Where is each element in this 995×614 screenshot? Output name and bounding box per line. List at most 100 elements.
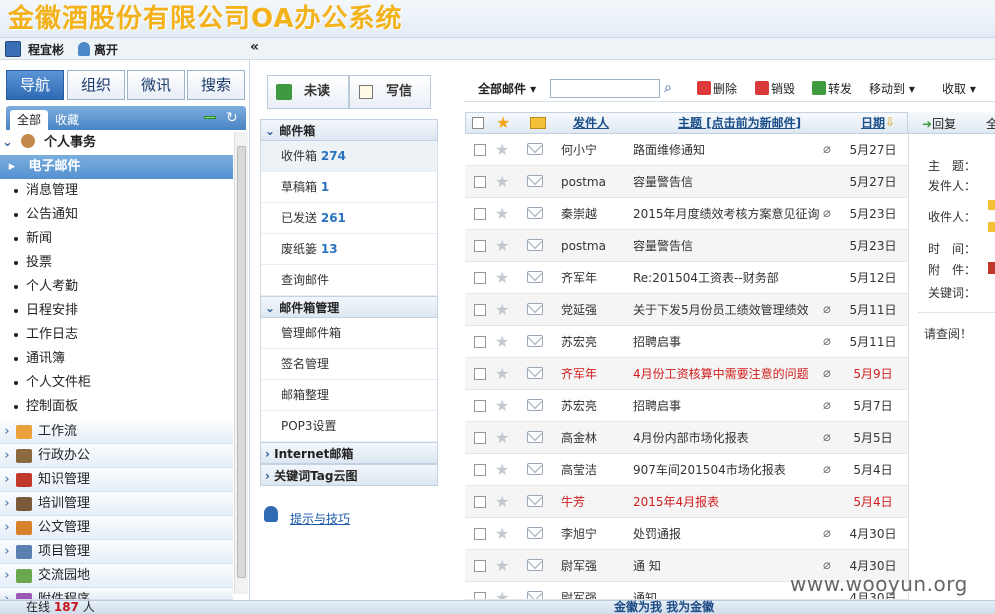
email-subject[interactable]: 处罚通报 [633, 518, 823, 550]
tree-item-vote[interactable]: 投票 [14, 251, 232, 275]
tree-item-attendance[interactable]: 个人考勤 [14, 275, 232, 299]
email-checkbox[interactable] [474, 368, 486, 380]
tree-item-email-selected[interactable]: ▸ 电子邮件 [0, 155, 233, 179]
email-row[interactable]: ★ 高莹洁 907车间201504市场化报表 ⌀ 5月4日 [465, 454, 908, 486]
mailbox-mgmt-pop3[interactable]: POP3设置 [260, 411, 438, 442]
email-row[interactable]: ★ 党延强 关于下发5月份员工绩效管理绩效 ⌀ 5月11日 [465, 294, 908, 326]
star-icon[interactable]: ★ [495, 236, 509, 255]
search-icon[interactable]: ⌕ [664, 80, 672, 96]
refresh-icon[interactable]: ↻ [226, 110, 238, 126]
mailbox-inbox[interactable]: 收件箱 274 [260, 141, 438, 172]
select-all-checkbox[interactable] [472, 117, 484, 129]
tree-item-worklog[interactable]: 工作日志 [14, 323, 232, 347]
star-icon[interactable]: ★ [495, 140, 509, 159]
email-row[interactable]: ★ 秦崇越 2015年月度绩效考核方案意见征询 ⌀ 5月23日 [465, 198, 908, 230]
tag-cloud-section-header[interactable]: › 关键词Tag云图 [260, 464, 438, 486]
mailbox-sent[interactable]: 已发送 261 [260, 203, 438, 234]
move-to-dropdown[interactable]: 移动到 ▾ [869, 80, 915, 98]
internet-mail-section-header[interactable]: › Internet邮箱 [260, 442, 438, 464]
star-icon[interactable]: ★ [495, 268, 509, 287]
email-checkbox[interactable] [474, 560, 486, 572]
reply-all-button[interactable]: 全 [986, 115, 995, 132]
tree-group-personal[interactable]: ⌄ 个人事务 [2, 132, 234, 154]
destroy-button[interactable]: 销毁 [755, 80, 795, 98]
tree-item-news[interactable]: 新闻 [14, 227, 232, 251]
email-subject[interactable]: 容量警告信 [633, 166, 823, 198]
star-icon[interactable]: ★ [495, 364, 509, 383]
nav-tab-organization[interactable]: 组织 [67, 70, 125, 100]
nav-tab-microsms[interactable]: 微讯 [127, 70, 185, 100]
all-mail-dropdown[interactable]: 全部邮件 ▾ [478, 80, 536, 98]
email-checkbox[interactable] [474, 496, 486, 508]
email-checkbox[interactable] [474, 272, 486, 284]
star-icon[interactable]: ★ [495, 300, 509, 319]
email-row[interactable]: ★ 苏宏亮 招聘启事 ⌀ 5月7日 [465, 390, 908, 422]
mail-search-input[interactable] [550, 79, 660, 98]
email-subject[interactable]: 4月份工资核算中需要注意的问题 [633, 358, 823, 390]
compose-button[interactable]: 写信 [349, 75, 431, 109]
email-subject[interactable]: 关于下发5月份员工绩效管理绩效 [633, 294, 823, 326]
tree-group-attachment-program[interactable]: › 附件程序 [0, 588, 233, 600]
mailbox-section-header[interactable]: ⌄ 邮件箱 [260, 119, 438, 141]
mailbox-mgmt-manage[interactable]: 管理邮件箱 [260, 318, 438, 349]
tips-link[interactable]: 提示与技巧 [290, 510, 350, 527]
minimize-icon[interactable] [204, 116, 216, 119]
email-checkbox[interactable] [474, 176, 486, 188]
receive-dropdown[interactable]: 收取 ▾ [942, 80, 976, 98]
email-row[interactable]: ★ postma 容量警告信 5月23日 [465, 230, 908, 262]
star-icon[interactable]: ★ [495, 524, 509, 543]
star-icon[interactable]: ★ [495, 588, 509, 599]
email-row[interactable]: ★ postma 容量警告信 5月27日 [465, 166, 908, 198]
delete-button[interactable]: 删除 [697, 80, 737, 98]
tree-group-projects[interactable]: › 项目管理 [0, 540, 233, 564]
email-subject[interactable]: Re:201504工资表--财务部 [633, 262, 823, 294]
star-icon[interactable]: ★ [495, 332, 509, 351]
star-icon[interactable]: ★ [495, 556, 509, 575]
sort-by-date[interactable]: 日期 [861, 112, 885, 134]
star-icon[interactable]: ★ [495, 396, 509, 415]
email-row[interactable]: ★ 高金林 4月份内部市场化报表 ⌀ 5月5日 [465, 422, 908, 454]
sidebar-scrollbar[interactable] [234, 132, 248, 594]
collapse-sidebar-button[interactable]: « [250, 39, 259, 55]
mailbox-trash[interactable]: 废纸篓 13 [260, 234, 438, 265]
email-checkbox[interactable] [474, 144, 486, 156]
tree-group-forum[interactable]: › 交流园地 [0, 564, 233, 588]
email-row[interactable]: ★ 何小宁 路面维修通知 ⌀ 5月27日 [465, 134, 908, 166]
email-checkbox[interactable] [474, 208, 486, 220]
tree-item-file-cabinet[interactable]: 个人文件柜 [14, 371, 232, 395]
online-status[interactable]: 在线 187 人 [26, 600, 95, 614]
sort-by-subject[interactable]: 主题 [点击前为新邮件] [678, 112, 801, 134]
tree-item-control-panel[interactable]: 控制面板 [14, 395, 232, 419]
tree-group-documents[interactable]: › 公文管理 [0, 516, 233, 540]
sort-by-sender[interactable]: 发件人 [573, 112, 609, 134]
email-checkbox[interactable] [474, 336, 486, 348]
tree-group-workflow[interactable]: › 工作流 [0, 420, 233, 444]
mailbox-query[interactable]: 查询邮件 [260, 265, 438, 296]
unread-button[interactable]: 未读 [267, 75, 349, 109]
star-icon[interactable]: ★ [495, 492, 509, 511]
email-checkbox[interactable] [474, 240, 486, 252]
email-subject[interactable]: 招聘启事 [633, 390, 823, 422]
email-row[interactable]: ★ 苏宏亮 招聘启事 ⌀ 5月11日 [465, 326, 908, 358]
tree-item-addressbook[interactable]: 通讯簿 [14, 347, 232, 371]
tree-item-announcements[interactable]: 公告通知 [14, 203, 232, 227]
forward-button[interactable]: 转发 [812, 80, 852, 98]
email-subject[interactable]: 2015年月度绩效考核方案意见征询 [633, 198, 823, 230]
nav-tab-search[interactable]: 搜索 [187, 70, 245, 100]
mailbox-mgmt-signature[interactable]: 签名管理 [260, 349, 438, 380]
email-checkbox[interactable] [474, 464, 486, 476]
email-checkbox[interactable] [474, 400, 486, 412]
tree-item-schedule[interactable]: 日程安排 [14, 299, 232, 323]
star-icon[interactable]: ★ [495, 204, 509, 223]
email-subject[interactable]: 容量警告信 [633, 230, 823, 262]
email-row[interactable]: ★ 齐军年 4月份工资核算中需要注意的问题 ⌀ 5月9日 [465, 358, 908, 390]
email-subject[interactable]: 招聘启事 [633, 326, 823, 358]
star-icon[interactable]: ★ [495, 460, 509, 479]
email-subject[interactable]: 4月份内部市场化报表 [633, 422, 823, 454]
tree-item-messages[interactable]: 消息管理 [14, 179, 232, 203]
email-checkbox[interactable] [474, 304, 486, 316]
mailbox-mgmt-section-header[interactable]: ⌄ 邮件箱管理 [260, 296, 438, 318]
star-icon[interactable]: ★ [495, 428, 509, 447]
reply-button[interactable]: ➜回复 [922, 115, 956, 132]
mailbox-mgmt-cleanup[interactable]: 邮箱整理 [260, 380, 438, 411]
